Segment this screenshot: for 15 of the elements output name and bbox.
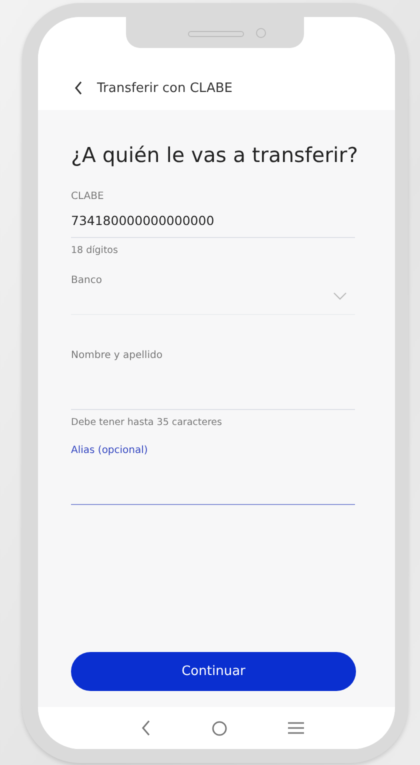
back-icon[interactable] xyxy=(74,81,83,95)
page-title: Transferir con CLABE xyxy=(97,80,232,96)
input-field[interactable]: CLABE 734180000000000000 xyxy=(71,189,355,238)
form-heading: ¿A quién le vas a transferir? xyxy=(71,143,355,167)
camera-icon xyxy=(256,28,266,38)
helper-text: Debe tener hasta 35 caracteres xyxy=(71,417,223,430)
speaker-icon xyxy=(188,31,244,37)
continue-button[interactable]: Continuar xyxy=(71,652,356,691)
helper-text: 18 dígitos xyxy=(71,245,119,258)
chevron-down-icon xyxy=(333,292,347,300)
input-field[interactable]: Alias (opcional) xyxy=(71,443,355,505)
home-icon[interactable] xyxy=(212,720,227,736)
bank-dropdown[interactable]: Banco xyxy=(71,271,355,315)
input-field[interactable]: Nombre y apellido xyxy=(71,348,355,410)
menu-icon[interactable] xyxy=(288,722,304,734)
